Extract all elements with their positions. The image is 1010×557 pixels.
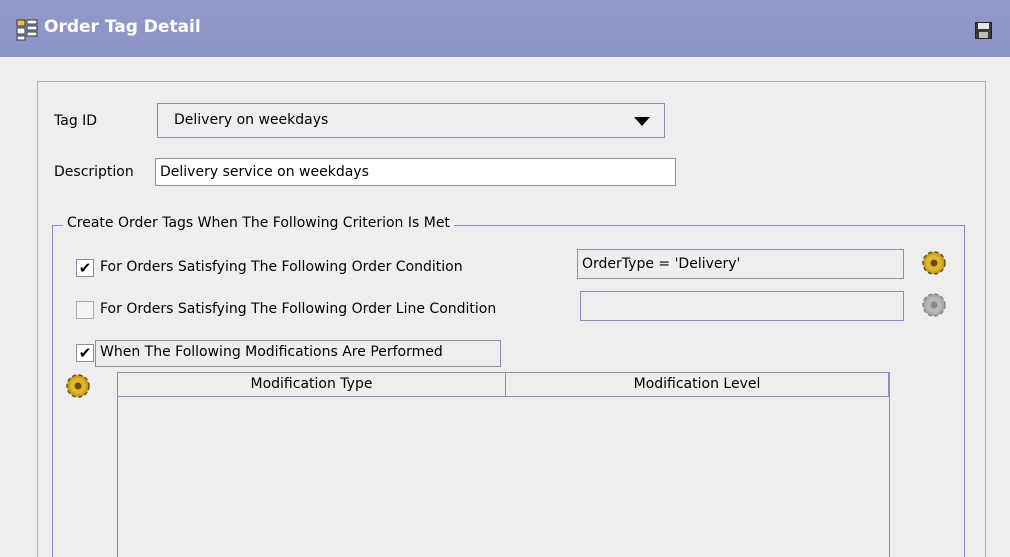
window-title: Order Tag Detail <box>44 17 201 37</box>
order-line-condition-label: For Orders Satisfying The Following Orde… <box>100 301 497 317</box>
modifications-checkbox[interactable]: ✔ <box>76 344 94 362</box>
modifications-label: When The Following Modifications Are Per… <box>100 344 443 360</box>
column-header-modification-level[interactable]: Modification Level <box>506 373 889 397</box>
order-tag-icon <box>16 19 38 41</box>
gear-icon[interactable] <box>64 372 92 400</box>
modifications-table: Modification Type Modification Level <box>117 372 890 557</box>
tag-id-dropdown[interactable]: Delivery on weekdays <box>157 103 665 138</box>
order-condition-label: For Orders Satisfying The Following Orde… <box>100 259 463 275</box>
order-condition-checkbox[interactable]: ✔ <box>76 259 94 277</box>
tag-id-value: Delivery on weekdays <box>174 112 329 128</box>
chevron-down-icon[interactable] <box>634 117 650 126</box>
order-line-condition-field <box>580 291 904 321</box>
description-field[interactable]: Delivery service on weekdays <box>155 158 676 186</box>
order-condition-value: OrderType = 'Delivery' <box>582 256 741 272</box>
order-line-condition-checkbox[interactable] <box>76 301 94 319</box>
description-value: Delivery service on weekdays <box>160 164 369 180</box>
title-bar: Order Tag Detail <box>0 0 1010 57</box>
description-label: Description <box>54 164 134 180</box>
criteria-legend: Create Order Tags When The Following Cri… <box>63 215 454 231</box>
column-header-modification-type[interactable]: Modification Type <box>118 373 506 397</box>
gear-icon-disabled <box>922 293 946 317</box>
order-condition-field: OrderType = 'Delivery' <box>577 249 904 279</box>
tag-id-label: Tag ID <box>54 113 98 129</box>
gear-icon[interactable] <box>920 249 948 277</box>
save-icon[interactable] <box>975 22 992 39</box>
